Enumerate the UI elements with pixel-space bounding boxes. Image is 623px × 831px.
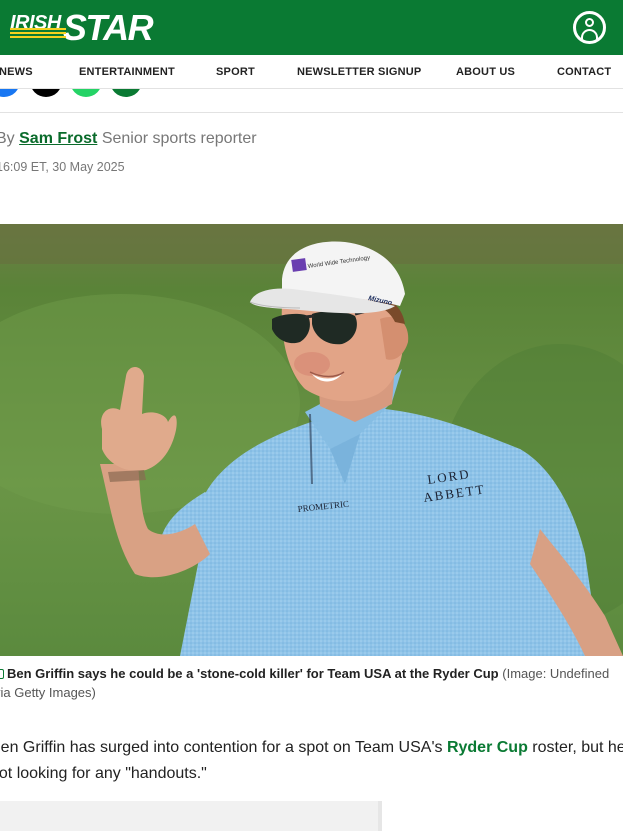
byline-prefix: By [0,130,15,147]
hero-photo: World Wide Technology Mizuno PROMETRIC L… [0,224,623,656]
nav-item-about-us[interactable]: ABOUT US [456,66,515,78]
nav-item-sport[interactable]: SPORT [216,66,255,78]
email-icon[interactable] [110,89,142,97]
author-role: Senior sports reporter [101,130,257,147]
article-paragraph: Ben Griffin has surged into contention f… [0,735,623,787]
user-body-shape [581,29,598,39]
whatsapp-icon[interactable] [70,89,102,97]
byline: By Sam Frost Senior sports reporter [0,130,257,148]
facebook-icon[interactable] [0,89,20,97]
irish-star-logo[interactable]: IRISH STAR [10,6,154,50]
user-account-icon[interactable] [573,11,606,44]
logo-stripes [10,28,66,38]
article-text-start: Ben Griffin has surged into contention f… [0,739,447,756]
camera-icon [0,669,4,679]
share-buttons [0,89,623,113]
nav-item-news[interactable]: NEWS [0,66,33,78]
ryder-cup-link[interactable]: Ryder Cup [447,739,528,756]
nav-item-entertainment[interactable]: ENTERTAINMENT [79,66,175,78]
golfer-illustration: World Wide Technology Mizuno PROMETRIC L… [0,224,623,656]
publish-timestamp: 16:09 ET, 30 May 2025 [0,160,125,174]
photo-caption: Ben Griffin says he could be a 'stone-co… [0,664,623,702]
logo-star-text: STAR [62,7,154,48]
nav-item-contact[interactable]: CONTACT [557,66,611,78]
author-link[interactable]: Sam Frost [19,130,97,147]
main-navigation: NEWS ENTERTAINMENT SPORT NEWSLETTER SIGN… [0,55,623,89]
ad-placeholder [0,801,382,831]
user-head-shape [585,18,594,27]
site-header: IRISH STAR [0,0,623,55]
nav-item-newsletter-signup[interactable]: NEWSLETTER SIGNUP [297,66,421,78]
caption-text: Ben Griffin says he could be a 'stone-co… [7,666,499,681]
x-icon[interactable] [30,89,62,97]
